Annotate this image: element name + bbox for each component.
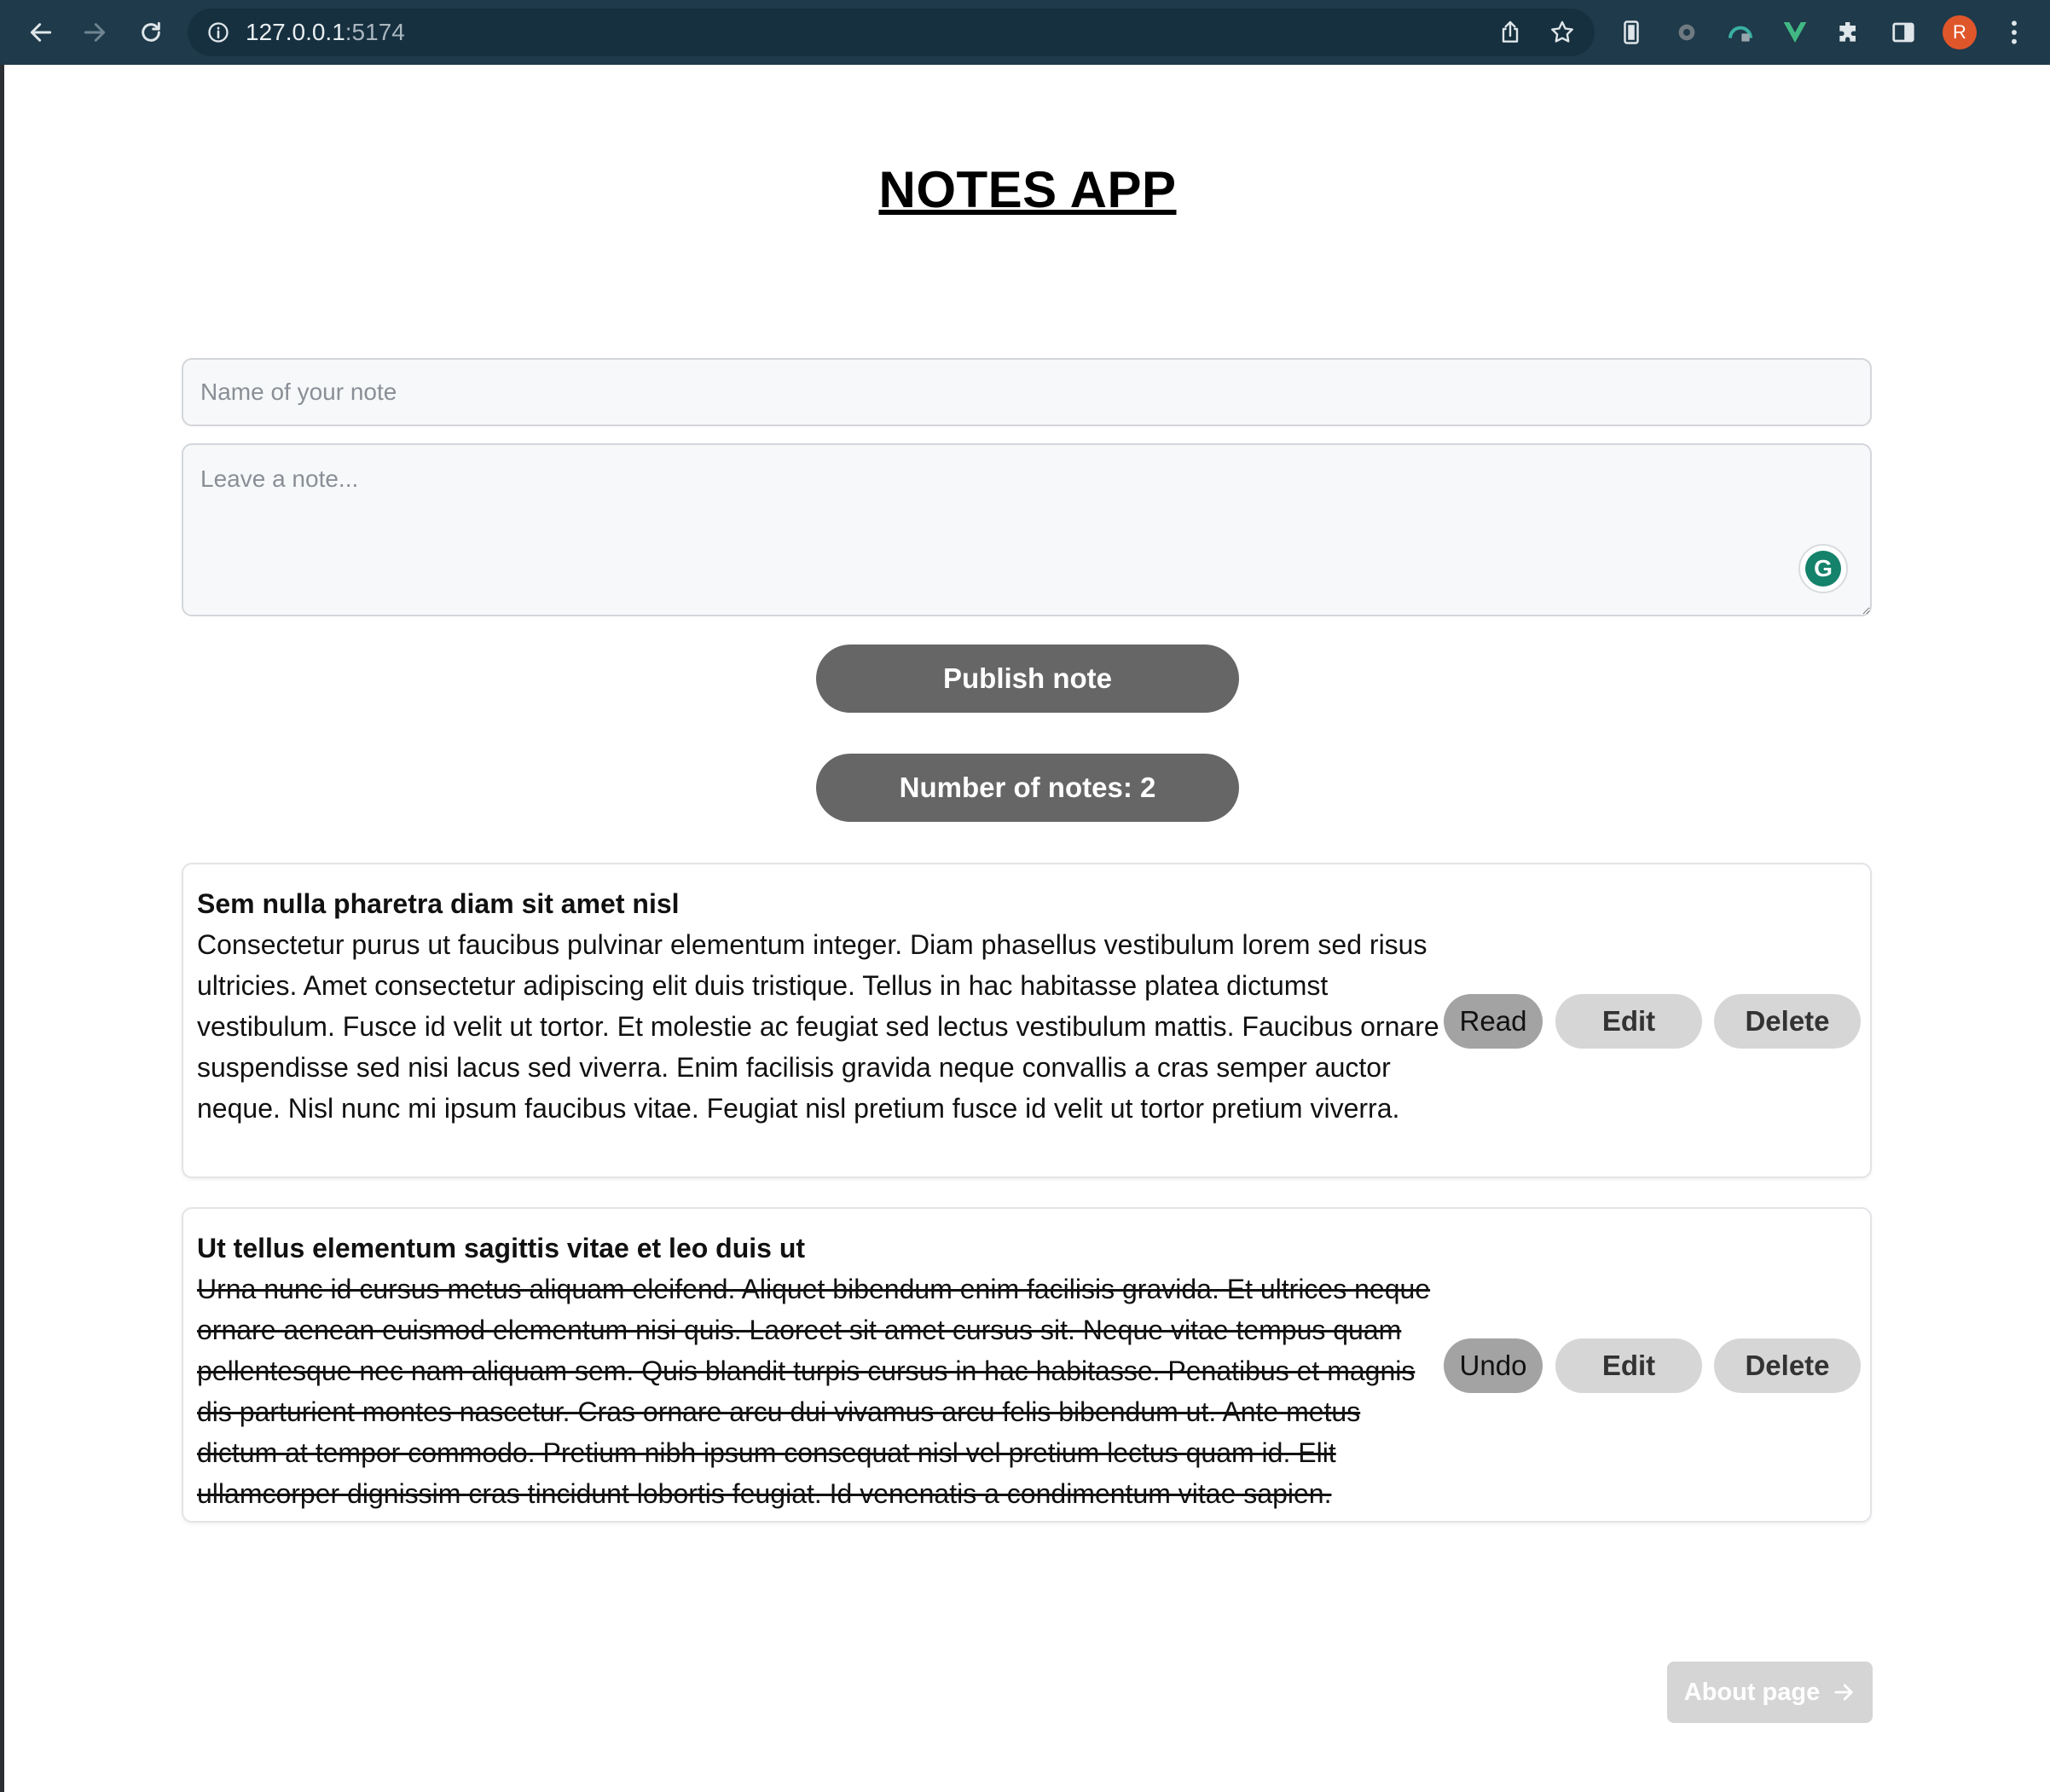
- note-name-input[interactable]: [182, 358, 1872, 426]
- url-text: 127.0.0.1:5174: [246, 19, 405, 46]
- about-page-label: About page: [1683, 1678, 1821, 1706]
- share-icon[interactable]: [1497, 19, 1524, 46]
- reload-icon[interactable]: [132, 14, 170, 51]
- edit-button[interactable]: Edit: [1555, 994, 1702, 1049]
- grammarly-letter: G: [1805, 551, 1841, 587]
- url-host: 127.0.0.1: [246, 19, 345, 45]
- url-port: :5174: [345, 19, 405, 45]
- undo-button[interactable]: Undo: [1444, 1338, 1543, 1393]
- note-count-button[interactable]: Number of notes: 2: [816, 754, 1239, 822]
- info-icon[interactable]: [206, 20, 230, 44]
- browser-toolbar: 127.0.0.1:5174 R: [0, 0, 2050, 65]
- note-text-read: Urna nunc id cursus metus aliquam eleife…: [197, 1274, 1431, 1509]
- note-content: Sem nulla pharetra diam sit amet nisl Co…: [197, 883, 1442, 1129]
- menu-icon[interactable]: [1997, 15, 2031, 49]
- window-edge: [0, 65, 4, 1792]
- note-text-input[interactable]: [182, 443, 1872, 616]
- arrow-right-icon: [1834, 1684, 1853, 1701]
- back-icon[interactable]: [22, 14, 60, 51]
- note-text: Consectetur purus ut faucibus pulvinar e…: [197, 929, 1439, 1124]
- grammarly-icon[interactable]: G: [1798, 544, 1848, 593]
- publish-note-button[interactable]: Publish note: [816, 645, 1239, 713]
- note-title: Ut tellus elementum sagittis vitae et le…: [197, 1233, 806, 1263]
- side-panel-icon[interactable]: [1886, 15, 1920, 49]
- address-bar[interactable]: 127.0.0.1:5174: [188, 9, 1595, 56]
- note-card: Ut tellus elementum sagittis vitae et le…: [182, 1207, 1872, 1523]
- puzzle-extension-icon[interactable]: [1832, 15, 1866, 49]
- profile-avatar[interactable]: R: [1943, 15, 1977, 49]
- meter-extension-icon[interactable]: [1723, 15, 1758, 49]
- edit-button[interactable]: Edit: [1555, 1338, 1702, 1393]
- delete-button[interactable]: Delete: [1714, 1338, 1861, 1393]
- note-content: Ut tellus elementum sagittis vitae et le…: [197, 1228, 1442, 1514]
- delete-button[interactable]: Delete: [1714, 994, 1861, 1049]
- vue-devtools-icon[interactable]: [1778, 15, 1812, 49]
- note-card: Sem nulla pharetra diam sit amet nisl Co…: [182, 863, 1872, 1178]
- gear-extension-icon[interactable]: [1670, 15, 1704, 49]
- read-button[interactable]: Read: [1444, 994, 1543, 1049]
- note-title: Sem nulla pharetra diam sit amet nisl: [197, 888, 680, 919]
- note-text-wrapper: G: [182, 443, 1872, 616]
- about-page-link[interactable]: About page: [1667, 1662, 1873, 1723]
- page-title: NOTES APP: [878, 161, 1177, 218]
- phone-extension-icon[interactable]: [1614, 15, 1648, 49]
- profile-initial: R: [1953, 21, 1966, 43]
- forward-icon[interactable]: [76, 14, 113, 51]
- star-icon[interactable]: [1549, 19, 1576, 46]
